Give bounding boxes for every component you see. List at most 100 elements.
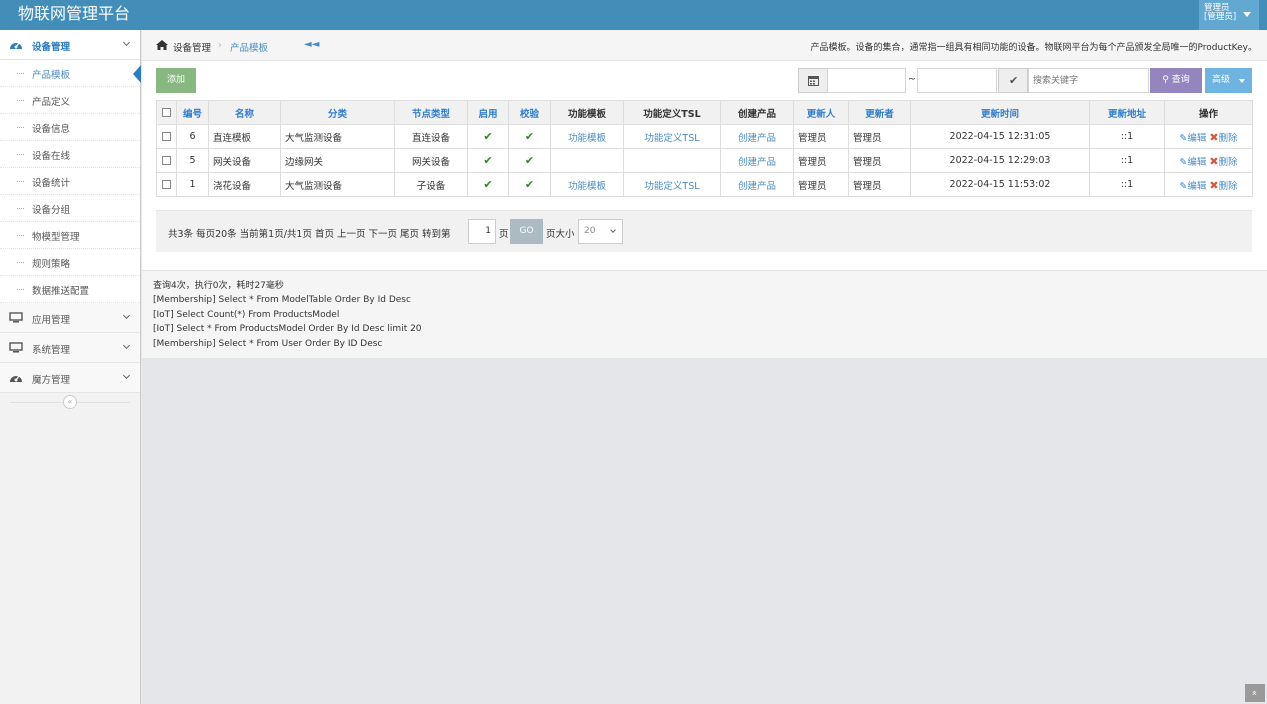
- check-icon: ✔: [524, 154, 535, 167]
- date-range-separator: ~: [908, 74, 916, 85]
- cell-update-address: ::1: [1089, 172, 1165, 197]
- advanced-button[interactable]: 高级: [1205, 68, 1252, 93]
- column-header-update-time[interactable]: 更新时间: [910, 100, 1090, 125]
- page-unit-label: 页: [499, 229, 509, 240]
- scroll-top-glyph: »: [1249, 690, 1260, 696]
- cell-updater: 管理员: [793, 172, 849, 197]
- app-title[interactable]: 物联网管理平台: [18, 4, 130, 24]
- goto-page-input[interactable]: 1: [468, 219, 496, 244]
- page-size-label: 页大小: [546, 229, 575, 240]
- select-all-header[interactable]: [156, 100, 177, 125]
- sidebar-item-device-info[interactable]: 设备信息: [0, 114, 140, 141]
- sidebar-item-product-definition[interactable]: 产品定义: [0, 87, 140, 114]
- cell-name: 浇花设备: [208, 172, 281, 197]
- cell-update-address: ::1: [1089, 148, 1165, 173]
- row-select-cell[interactable]: [156, 148, 177, 173]
- dashboard-icon: [10, 42, 22, 49]
- column-header-updater[interactable]: 更新人: [793, 100, 849, 125]
- table-row: 5 网关设备 边缘网关 网关设备 ✔ ✔ 创建产品 管理员 管理员 2022-0…: [156, 148, 1253, 173]
- user-menu[interactable]: 管理员 [管理员]: [1199, 0, 1259, 30]
- cell-update-time: 2022-04-15 12:31:05: [910, 124, 1090, 149]
- delete-link[interactable]: 删除: [1219, 157, 1238, 168]
- column-header-actions: 操作: [1164, 100, 1253, 125]
- cell-func-template: 功能模板: [550, 124, 624, 149]
- query-button[interactable]: ⚲ 查询: [1150, 68, 1202, 93]
- sidebar-item-label: 物模型管理: [32, 232, 80, 243]
- sidebar-collapse-row: «: [0, 393, 140, 411]
- cell-updater: 管理员: [793, 124, 849, 149]
- add-button[interactable]: 添加: [156, 68, 196, 93]
- row-checkbox[interactable]: [162, 156, 171, 165]
- delete-icon[interactable]: ✖: [1209, 155, 1218, 168]
- sidebar-item-device-online[interactable]: 设备在线: [0, 141, 140, 168]
- func-tsl-link[interactable]: 功能定义TSL: [644, 181, 699, 192]
- sidebar-item-rule-policy[interactable]: 规则策略: [0, 249, 140, 276]
- scroll-to-top-icon[interactable]: »: [1245, 684, 1265, 702]
- caret-down-icon: [1239, 79, 1245, 83]
- select-all-checkbox[interactable]: [162, 108, 171, 117]
- monitor-icon: [9, 342, 23, 353]
- func-tsl-link[interactable]: 功能定义TSL: [644, 133, 699, 144]
- cell-enabled: ✔: [467, 172, 509, 197]
- sidebar-item-product-template[interactable]: 产品模板: [0, 60, 141, 87]
- sidebar-group-system[interactable]: 系统管理: [0, 333, 140, 363]
- query-log: 查询4次，执行0次，耗时27毫秒 [Membership] Select * F…: [142, 270, 1267, 358]
- sidebar-group-app[interactable]: 应用管理: [0, 303, 140, 333]
- create-product-link[interactable]: 创建产品: [738, 157, 776, 168]
- check-icon-box[interactable]: ✔: [998, 68, 1028, 93]
- row-select-cell[interactable]: [156, 124, 177, 149]
- cell-actions: ✎编辑 ✖删除: [1164, 124, 1253, 149]
- sidebar-item-device-stats[interactable]: 设备统计: [0, 168, 140, 195]
- table-header-row: 编号 名称 分类 节点类型 启用 校验 功能模板 功能定义TSL 创建产品 更新…: [156, 100, 1253, 125]
- backward-icon[interactable]: ◄◄: [304, 39, 319, 50]
- delete-icon[interactable]: ✖: [1209, 179, 1218, 192]
- column-header-updated-by[interactable]: 更新者: [848, 100, 911, 125]
- column-header-category[interactable]: 分类: [280, 100, 395, 125]
- row-checkbox[interactable]: [162, 180, 171, 189]
- delete-link[interactable]: 删除: [1219, 181, 1238, 192]
- table-row: 6 直连模板 大气监测设备 直连设备 ✔ ✔ 功能模板 功能定义TSL 创建产品…: [156, 124, 1253, 149]
- sidebar-item-data-push[interactable]: 数据推送配置: [0, 276, 140, 303]
- calendar-icon-box[interactable]: [798, 68, 828, 93]
- column-header-id[interactable]: 编号: [176, 100, 209, 125]
- start-date-input[interactable]: [827, 68, 906, 93]
- page-size-select[interactable]: 20: [578, 219, 623, 244]
- delete-link[interactable]: 删除: [1219, 133, 1238, 144]
- sidebar-group-cube[interactable]: 魔方管理: [0, 363, 140, 393]
- column-header-validate[interactable]: 校验: [508, 100, 551, 125]
- delete-icon[interactable]: ✖: [1209, 131, 1218, 144]
- edit-link[interactable]: 编辑: [1187, 181, 1206, 192]
- cell-name: 直连模板: [208, 124, 281, 149]
- end-date-input[interactable]: [917, 68, 997, 93]
- column-header-enabled[interactable]: 启用: [467, 100, 509, 125]
- check-icon: ✔: [524, 130, 535, 143]
- go-button[interactable]: GO: [510, 219, 543, 244]
- home-icon[interactable]: [156, 40, 168, 50]
- sidebar-item-label: 设备分组: [32, 205, 71, 216]
- search-input[interactable]: [1028, 68, 1149, 93]
- sidebar-group-device[interactable]: 设备管理: [0, 30, 140, 60]
- row-select-cell[interactable]: [156, 172, 177, 197]
- breadcrumb-current[interactable]: 产品模板: [230, 40, 268, 54]
- breadcrumb-root[interactable]: 设备管理: [173, 40, 211, 54]
- sidebar-item-thing-model[interactable]: 物模型管理: [0, 222, 140, 249]
- submenu-tick: [17, 127, 24, 128]
- column-header-create: 创建产品: [720, 100, 794, 125]
- cell-func-tsl: 功能定义TSL: [623, 172, 721, 197]
- column-header-node-type[interactable]: 节点类型: [394, 100, 468, 125]
- func-template-link[interactable]: 功能模板: [568, 181, 606, 192]
- collapse-sidebar-icon[interactable]: «: [63, 395, 77, 409]
- column-header-name[interactable]: 名称: [208, 100, 281, 125]
- edit-link[interactable]: 编辑: [1187, 157, 1206, 168]
- column-header-update-address[interactable]: 更新地址: [1089, 100, 1165, 125]
- func-template-link[interactable]: 功能模板: [568, 133, 606, 144]
- create-product-link[interactable]: 创建产品: [738, 133, 776, 144]
- check-icon: ✔: [1009, 74, 1019, 87]
- sidebar-item-label: 数据推送配置: [32, 286, 90, 297]
- row-checkbox[interactable]: [162, 132, 171, 141]
- edit-link[interactable]: 编辑: [1187, 133, 1206, 144]
- create-product-link[interactable]: 创建产品: [738, 181, 776, 192]
- search-icon: ⚲: [1162, 75, 1169, 85]
- check-icon: ✔: [524, 178, 535, 191]
- sidebar-item-device-group[interactable]: 设备分组: [0, 195, 140, 222]
